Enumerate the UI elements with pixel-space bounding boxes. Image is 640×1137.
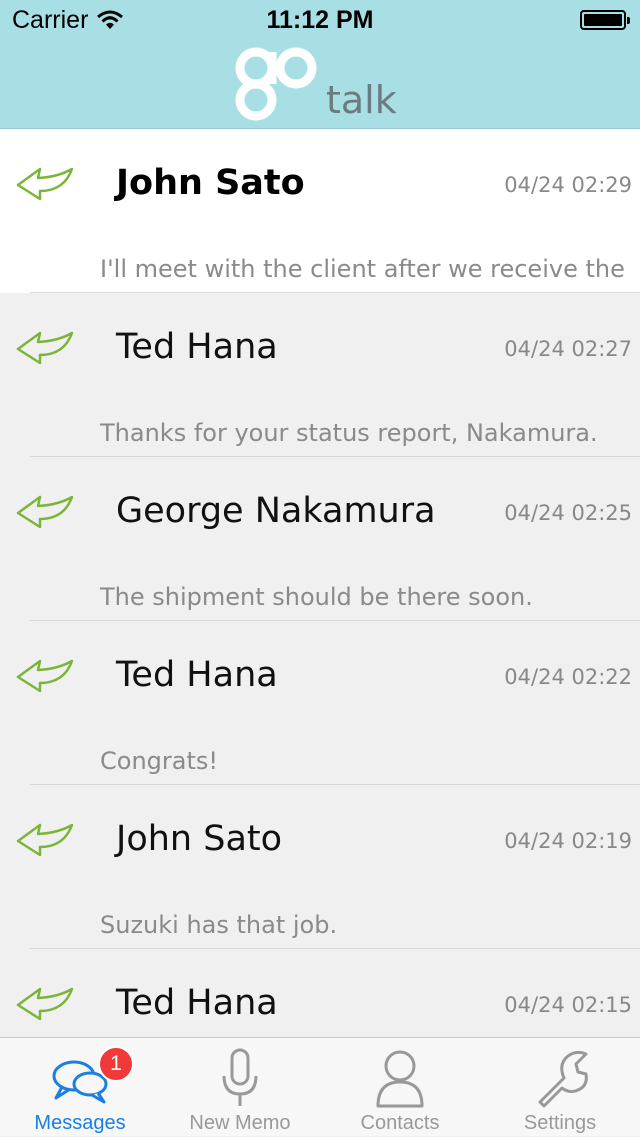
message-preview: Suzuki has that job.: [100, 911, 338, 939]
battery-icon: [580, 10, 630, 30]
message-row[interactable]: Ted Hana 04/24 02:22 Congrats!: [0, 621, 640, 785]
tab-label: Messages: [34, 1112, 126, 1134]
status-bar: Carrier 11:12 PM: [0, 0, 640, 40]
tab-label: Settings: [523, 1112, 597, 1134]
logo-text: talk: [326, 78, 397, 122]
message-row[interactable]: Ted Hana 04/24 02:15: [0, 949, 640, 1037]
message-preview: Congrats!: [100, 747, 218, 775]
message-preview: Thanks for your status report, Nakamura.: [100, 419, 598, 447]
wrench-icon: [538, 1050, 588, 1108]
tab-settings[interactable]: Settings: [480, 1038, 640, 1137]
sender-name: Ted Hana: [116, 983, 278, 1023]
message-row[interactable]: John Sato 04/24 02:19 Suzuki has that jo…: [0, 785, 640, 949]
sender-name: John Sato: [116, 819, 283, 859]
reply-arrow-icon: [16, 987, 74, 1021]
reply-arrow-icon: [16, 331, 74, 365]
person-icon: [376, 1050, 424, 1108]
sender-name: George Nakamura: [116, 491, 436, 531]
microphone-icon: [222, 1048, 258, 1106]
message-time: 04/24 02:19: [504, 829, 632, 853]
reply-arrow-icon: [16, 167, 74, 201]
message-time: 04/24 02:15: [504, 993, 632, 1017]
message-row[interactable]: George Nakamura 04/24 02:25 The shipment…: [0, 457, 640, 621]
sender-name: Ted Hana: [116, 327, 278, 367]
tab-contacts[interactable]: Contacts: [320, 1038, 480, 1137]
message-preview: I'll meet with the client after we recei…: [100, 255, 625, 283]
unread-badge: 1: [98, 1046, 134, 1082]
message-list[interactable]: John Sato 04/24 02:29 I'll meet with the…: [0, 129, 640, 1037]
tab-new-memo[interactable]: New Memo: [160, 1038, 320, 1137]
status-time: 11:12 PM: [266, 6, 374, 34]
message-time: 04/24 02:22: [504, 665, 632, 689]
tab-messages[interactable]: 1 Messages: [0, 1038, 160, 1137]
reply-arrow-icon: [16, 659, 74, 693]
message-preview: The shipment should be there soon.: [100, 583, 533, 611]
message-row[interactable]: Ted Hana 04/24 02:27 Thanks for your sta…: [0, 293, 640, 457]
message-row[interactable]: John Sato 04/24 02:29 I'll meet with the…: [0, 129, 640, 293]
tab-bar: 1 Messages New Memo Contacts Settings: [0, 1037, 640, 1136]
app-logo: talk: [234, 42, 404, 126]
tab-label: New Memo: [189, 1112, 291, 1134]
message-time: 04/24 02:29: [504, 173, 632, 197]
reply-arrow-icon: [16, 495, 74, 529]
sender-name: Ted Hana: [116, 655, 278, 695]
go-logo-icon: [235, 47, 317, 121]
message-time: 04/24 02:27: [504, 337, 632, 361]
tab-label: Contacts: [360, 1112, 440, 1134]
reply-arrow-icon: [16, 823, 74, 857]
app-header: Carrier 11:12 PM talk: [0, 0, 640, 129]
sender-name: John Sato: [116, 163, 305, 203]
message-time: 04/24 02:25: [504, 501, 632, 525]
